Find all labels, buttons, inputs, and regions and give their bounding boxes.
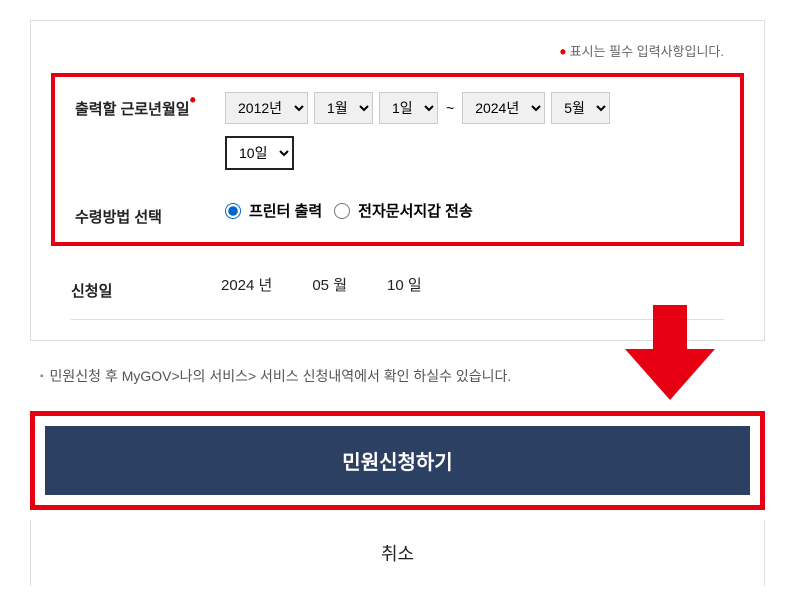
required-indicator-icon: • — [190, 90, 196, 111]
date-range-label: 출력할 근로년월일 • — [75, 92, 225, 119]
receive-method-content: 프린터 출력 전자문서지갑 전송 — [225, 200, 720, 221]
required-notice-text: 표시는 필수 입력사항입니다. — [570, 44, 724, 59]
end-day-select[interactable]: 10일 — [225, 136, 294, 170]
date-select-group: 2012년 1월 1일 ~ 2024년 5월 — [225, 92, 720, 124]
printer-radio[interactable] — [225, 203, 241, 219]
receive-method-row: 수령방법 선택 프린터 출력 전자문서지갑 전송 — [75, 185, 720, 227]
apply-date-value: 2024 년 05 월 10 일 — [221, 274, 704, 295]
start-day-select[interactable]: 1일 — [379, 92, 438, 124]
required-notice: • 표시는 필수 입력사항입니다. — [71, 41, 724, 63]
down-arrow-icon — [625, 305, 715, 400]
end-month-select[interactable]: 5월 — [551, 92, 610, 124]
info-text: 민원신청 후 MyGOV>나의 서비스> 서비스 신청내역에서 확인 하실수 있… — [50, 366, 512, 386]
apply-date-label: 신청일 — [71, 274, 221, 301]
receive-method-label: 수령방법 선택 — [75, 200, 225, 227]
apply-month: 05 월 — [312, 274, 347, 295]
required-dot-icon: • — [560, 42, 566, 62]
cancel-button[interactable]: 취소 — [31, 535, 764, 571]
end-year-select[interactable]: 2024년 — [462, 92, 545, 124]
cancel-section: 취소 — [30, 520, 765, 586]
date-range-content: 2012년 1월 1일 ~ 2024년 5월 — [225, 92, 720, 170]
submit-section-highlight: 민원신청하기 — [30, 411, 765, 510]
form-container: • 표시는 필수 입력사항입니다. 출력할 근로년월일 • 2012년 1월 — [30, 20, 765, 341]
date-select-group-2: 10일 — [225, 136, 720, 170]
ewallet-radio-label: 전자문서지갑 전송 — [358, 200, 473, 221]
printer-radio-label: 프린터 출력 — [249, 200, 322, 221]
submit-button[interactable]: 민원신청하기 — [45, 426, 750, 495]
ewallet-radio[interactable] — [334, 203, 350, 219]
start-month-select[interactable]: 1월 — [314, 92, 373, 124]
apply-day: 10 일 — [387, 274, 422, 295]
apply-year: 2024 년 — [221, 274, 272, 295]
tilde-separator: ~ — [444, 100, 456, 116]
date-range-row: 출력할 근로년월일 • 2012년 1월 1일 ~ — [75, 92, 720, 185]
highlighted-form-section: 출력할 근로년월일 • 2012년 1월 1일 ~ — [51, 73, 744, 246]
start-year-select[interactable]: 2012년 — [225, 92, 308, 124]
